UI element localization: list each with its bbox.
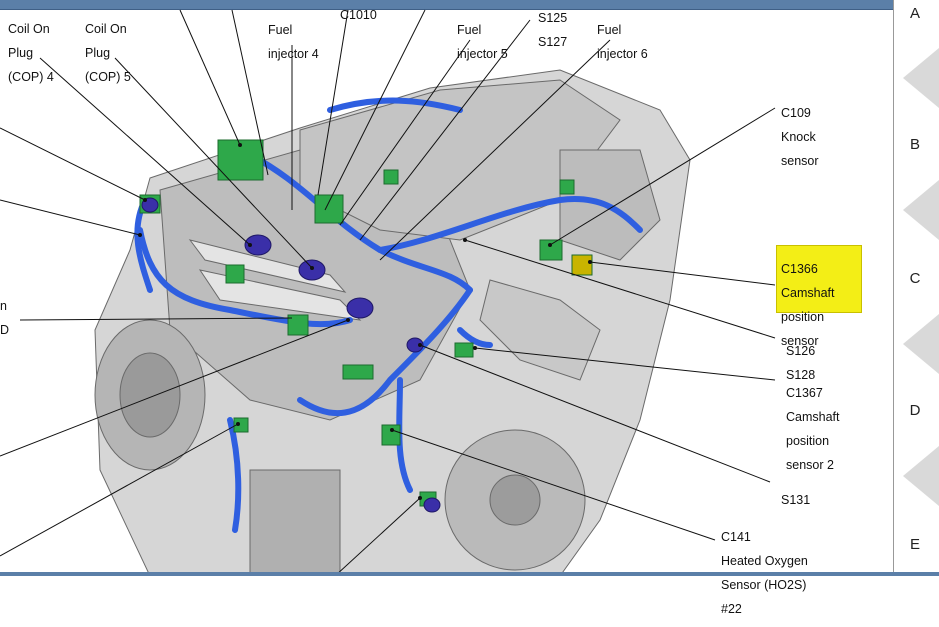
label-s127: S127 [538,35,568,49]
label-c141-line2: Heated Oxygen [721,554,808,568]
label-s125-s127: S125 S127 [538,0,567,60]
nav-tab-1[interactable] [903,48,939,108]
label-c1366-line1: C1366 [781,262,818,276]
label-cop5-line1: Coil On [85,22,127,36]
chevron-left-icon [903,446,939,506]
label-c1367-line3: position [786,434,830,448]
nav-tab-3[interactable] [903,314,939,374]
label-c1010-text: C1010 [340,8,377,22]
row-letter-b: B [909,136,920,153]
row-letter-e: E [909,536,920,553]
label-injector-4-line1: Fuel [268,23,293,37]
label-c141-line1: C141 [721,530,751,544]
label-cop4-line3: (COP) 4 [8,70,54,84]
label-left-partial-line1: n [0,299,7,313]
label-c1366-line2: Camshaft [781,286,835,300]
label-s131: S131 [781,482,810,518]
label-c109-line1: C109 [781,106,811,120]
label-c1367: C1367 Camshaft position sensor 2 [786,375,840,483]
label-cop4-line1: Coil On [8,22,50,36]
row-letter-a: A [909,5,920,22]
chevron-left-icon [903,180,939,240]
nav-tab-2[interactable] [903,180,939,240]
label-injector-5-line1: Fuel [457,23,482,37]
label-left-partial: n D [0,288,9,348]
label-c109: C109 Knock sensor [781,95,819,179]
label-left-partial-line2: D [0,323,10,337]
label-s131-text: S131 [781,493,811,507]
label-injector-4: Fuel injector 4 [268,12,319,72]
label-injector-5: Fuel injector 5 [457,12,508,72]
label-cop4: Coil On Plug (COP) 4 [8,11,54,95]
row-letter-c: C [909,270,921,287]
label-injector-6: Fuel injector 6 [597,12,648,72]
label-c109-line2: Knock [781,130,816,144]
label-c1366-line3: position [781,310,825,324]
chevron-left-icon [903,314,939,374]
label-s126: S126 [786,344,816,358]
label-c1010: C1010 [340,0,377,33]
nav-tab-4[interactable] [903,446,939,506]
label-c1367-line1: C1367 [786,386,823,400]
label-c141-line3: Sensor (HO2S) [721,578,807,592]
label-cop5-line3: (COP) 5 [85,70,131,84]
window-bottom-bar [0,572,939,576]
label-c1367-line4: sensor 2 [786,458,834,472]
label-injector-4-line2: injector 4 [268,47,319,61]
label-injector-6-line2: injector 6 [597,47,648,61]
label-cop5-line2: Plug [85,46,111,60]
label-s125: S125 [538,11,568,25]
label-c1367-line2: Camshaft [786,410,840,424]
row-letter-d: D [909,402,921,419]
label-c109-line3: sensor [781,154,819,168]
label-c141-line4: #22 [721,602,742,616]
label-injector-6-line1: Fuel [597,23,622,37]
label-cop4-line2: Plug [8,46,34,60]
chevron-left-icon [903,48,939,108]
label-cop5: Coil On Plug (COP) 5 [85,11,131,95]
engine-wiring-diagram [0,9,776,576]
label-injector-5-line2: injector 5 [457,47,508,61]
engine-block [94,69,691,576]
